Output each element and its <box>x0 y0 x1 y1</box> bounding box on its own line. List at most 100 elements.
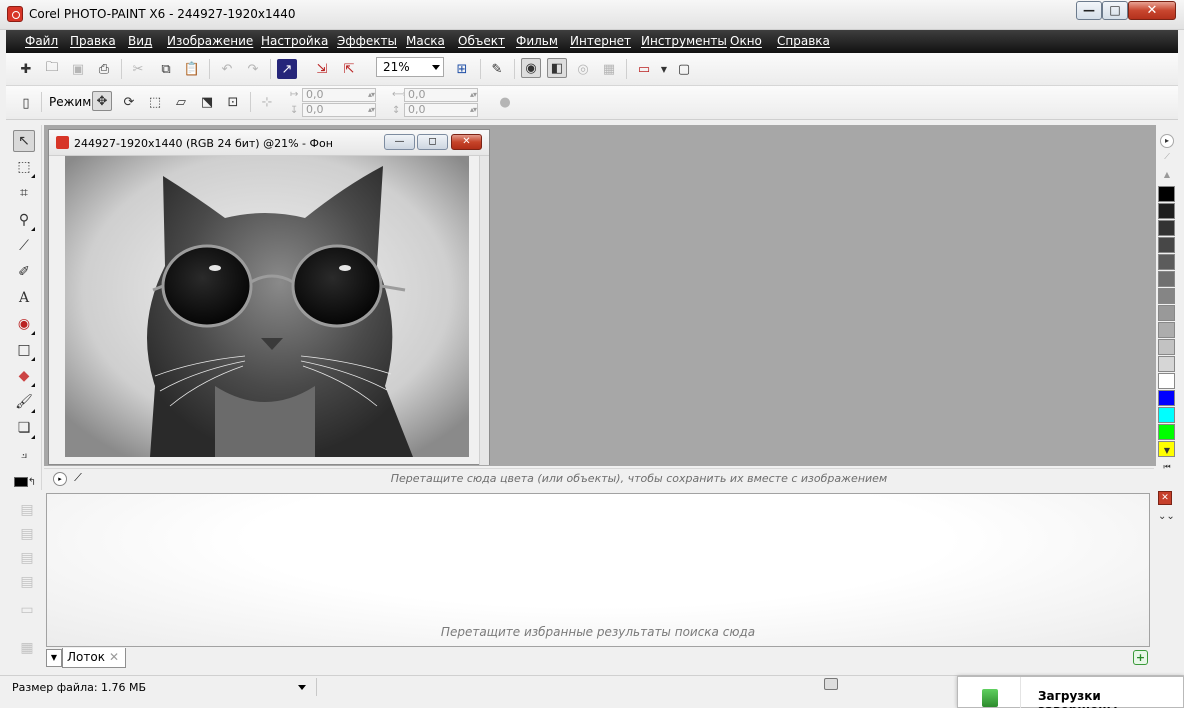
corel-app-icon[interactable] <box>7 6 23 22</box>
menu-edit[interactable]: Правка <box>70 34 116 48</box>
document-palette-strip[interactable]: ▸ ⟋ Перетащите сюда цвета (или объекты),… <box>44 468 1154 488</box>
palette-swatch[interactable] <box>1158 186 1175 202</box>
menu-movie[interactable]: Фильм <box>516 34 558 48</box>
distort-mode-icon[interactable]: ⬔ <box>197 92 217 112</box>
chevron-down-icon[interactable] <box>298 685 306 690</box>
menu-adjust[interactable]: Настройка <box>261 34 328 48</box>
palette-swatch[interactable] <box>1158 254 1175 270</box>
perspective-mode-icon[interactable]: ⊡ <box>223 92 243 112</box>
palette-swatch[interactable] <box>1158 271 1175 287</box>
palette-swatch[interactable] <box>1158 203 1175 219</box>
move-mode-icon[interactable]: ✥ <box>92 91 112 111</box>
palette-swatch[interactable] <box>1158 356 1175 372</box>
tray-dropdown-button[interactable]: ▼ <box>46 649 62 667</box>
color-proof-icon[interactable] <box>824 678 838 690</box>
application-window-icon[interactable]: ▢ <box>674 59 694 79</box>
menu-help[interactable]: Справка <box>777 34 830 48</box>
menu-effects[interactable]: Эффекты <box>337 34 397 48</box>
tray-copy-icon[interactable]: ▤ <box>18 574 36 592</box>
print-icon[interactable]: ⎙ <box>94 59 114 79</box>
downloads-complete-popup[interactable]: Загрузки завершены <box>957 676 1184 708</box>
tray-close-button[interactable]: ✕ <box>1158 491 1172 505</box>
cut-icon[interactable]: ✂ <box>128 59 148 79</box>
fill-tool-icon[interactable]: ◆ <box>13 365 35 387</box>
eraser-tool-icon[interactable]: ✐ <box>13 261 35 283</box>
close-button[interactable]: ✕ <box>1128 1 1176 20</box>
palette-swatch[interactable] <box>1158 322 1175 338</box>
skew-mode-icon[interactable]: ▱ <box>171 92 191 112</box>
tray-add-button[interactable]: + <box>1133 650 1148 665</box>
tab-close-icon[interactable]: ✕ <box>109 648 119 667</box>
palette-swatch[interactable] <box>1158 407 1175 423</box>
save-icon[interactable]: ▣ <box>68 59 88 79</box>
text-tool-icon[interactable]: A <box>13 287 35 309</box>
maximize-button[interactable]: □ <box>1102 1 1128 20</box>
new-file-icon[interactable]: ✚ <box>16 59 36 79</box>
scroll-down-icon[interactable]: ▼ <box>1160 445 1174 459</box>
image-canvas[interactable] <box>65 156 469 457</box>
tray-import-icon[interactable]: ▤ <box>18 526 36 544</box>
show-object-marquee-icon[interactable]: ◉ <box>521 58 541 78</box>
undo-icon[interactable]: ↶ <box>217 59 237 79</box>
offset-y-input[interactable]: 0,0 <box>302 103 376 117</box>
palette-swatch[interactable] <box>1158 220 1175 236</box>
open-folder-icon[interactable]: 🗀 <box>42 59 62 79</box>
document-minimize-button[interactable]: — <box>384 134 415 150</box>
tray-open-icon[interactable]: ▤ <box>18 502 36 520</box>
menu-object[interactable]: Объект <box>458 34 505 48</box>
tray-delete-icon[interactable]: ▦ <box>18 640 36 658</box>
shadow-tool-icon[interactable]: ❏ <box>13 417 35 439</box>
lock-mask-icon[interactable]: ▦ <box>599 59 619 79</box>
palette-menu-icon[interactable]: ▸ <box>1160 134 1174 148</box>
eyedropper-tool-icon[interactable]: ⟋ <box>13 235 35 257</box>
crop-tool-icon[interactable]: ⌗ <box>13 182 35 204</box>
document-maximize-button[interactable]: ◻ <box>417 134 448 150</box>
size-x-input[interactable]: 0,0 <box>404 88 478 102</box>
color-swatch-icon[interactable]: ↰ <box>10 471 40 493</box>
rectangle-mask-tool-icon[interactable]: ⬚ <box>13 156 35 178</box>
rectangle-tool-icon[interactable]: □ <box>13 339 35 361</box>
property-bar-menu-icon[interactable]: ▯ <box>16 93 36 113</box>
paint-brush-settings-icon[interactable]: ✎ <box>487 59 507 79</box>
palette-swatch[interactable] <box>1158 305 1175 321</box>
size-y-input[interactable]: 0,0 <box>404 103 478 117</box>
menu-web[interactable]: Интернет <box>570 34 631 48</box>
document-title-bar[interactable]: 244927-1920x1440 (RGB 24 бит) @21% - Фон… <box>49 130 489 156</box>
rotate-mode-icon[interactable]: ⟳ <box>119 92 139 112</box>
scroll-end-icon[interactable]: ⏮ <box>1160 461 1174 475</box>
menu-mask[interactable]: Маска <box>406 34 445 48</box>
document-window[interactable]: 244927-1920x1440 (RGB 24 бит) @21% - Фон… <box>48 129 490 465</box>
copy-icon[interactable]: ⧉ <box>156 59 176 79</box>
document-close-button[interactable]: ✕ <box>451 134 482 150</box>
launcher-icon[interactable]: ↗ <box>277 59 297 79</box>
tray-tab[interactable]: Лоток ✕ <box>62 648 126 668</box>
collapse-icon[interactable]: ⌄⌄ <box>1158 511 1175 522</box>
tray-panel[interactable]: Перетащите избранные результаты поиска с… <box>46 493 1150 647</box>
apply-icon[interactable]: ● <box>495 92 515 112</box>
paste-icon[interactable]: 📋 <box>182 59 202 79</box>
import-icon[interactable]: ⇲ <box>312 59 332 79</box>
pick-tool-icon[interactable]: ↖ <box>13 130 35 152</box>
menu-window[interactable]: Окно <box>730 34 762 48</box>
eyedropper-icon[interactable]: ⟋ <box>1160 151 1174 165</box>
mask-overlay-icon[interactable]: ◎ <box>573 59 593 79</box>
menu-tools[interactable]: Инструменты <box>641 34 727 48</box>
zoom-tool-icon[interactable]: ⚲ <box>13 209 35 231</box>
tray-export-icon[interactable]: ▤ <box>18 550 36 568</box>
menu-view[interactable]: Вид <box>128 34 152 48</box>
red-eye-tool-icon[interactable]: ◉ <box>13 313 35 335</box>
palette-swatch[interactable] <box>1158 390 1175 406</box>
offset-x-input[interactable]: 0,0 <box>302 88 376 102</box>
scroll-up-icon[interactable]: ▲ <box>1160 169 1174 183</box>
scale-mode-icon[interactable]: ⬚ <box>145 92 165 112</box>
image-sprayer-tool-icon[interactable]: ⟓ <box>13 443 35 465</box>
zoom-level-select[interactable]: 21% <box>376 57 444 77</box>
menu-file[interactable]: Файл <box>25 34 58 48</box>
palette-swatch[interactable] <box>1158 339 1175 355</box>
palette-swatch[interactable] <box>1158 288 1175 304</box>
menu-image[interactable]: Изображение <box>167 34 253 48</box>
export-icon[interactable]: ⇱ <box>339 59 359 79</box>
show-mask-marquee-icon[interactable]: ◧ <box>547 58 567 78</box>
paint-tool-icon[interactable]: 🖌 <box>13 391 35 413</box>
minimize-button[interactable]: — <box>1076 1 1102 20</box>
